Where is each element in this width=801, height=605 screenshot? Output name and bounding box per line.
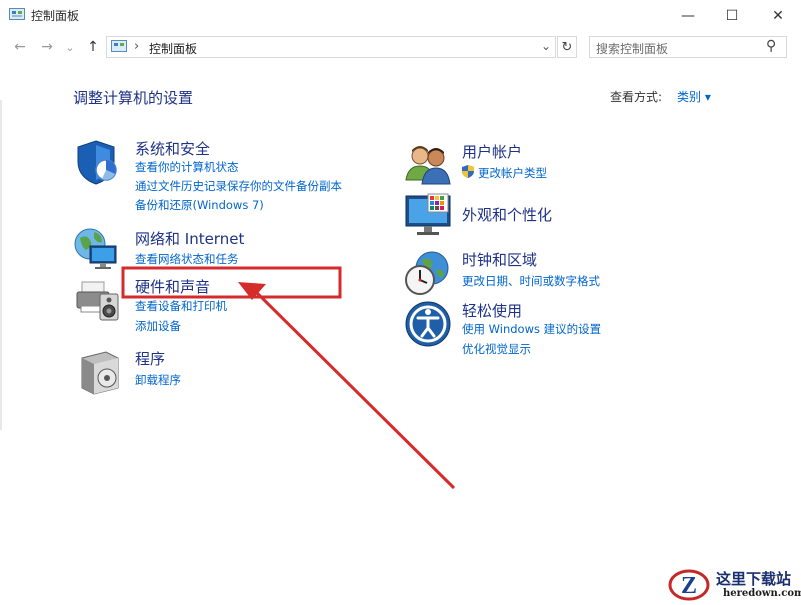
highlight-box xyxy=(121,266,342,299)
watermark-url: heredown.com xyxy=(723,588,801,599)
watermark: Z 这里下载站 heredown.com xyxy=(668,566,801,605)
watermark-logo: Z xyxy=(668,569,710,601)
svg-text:Z: Z xyxy=(681,573,697,599)
watermark-name: 这里下载站 xyxy=(716,570,792,588)
annotation-overlay xyxy=(121,266,456,490)
arrow-shaft xyxy=(252,288,456,490)
